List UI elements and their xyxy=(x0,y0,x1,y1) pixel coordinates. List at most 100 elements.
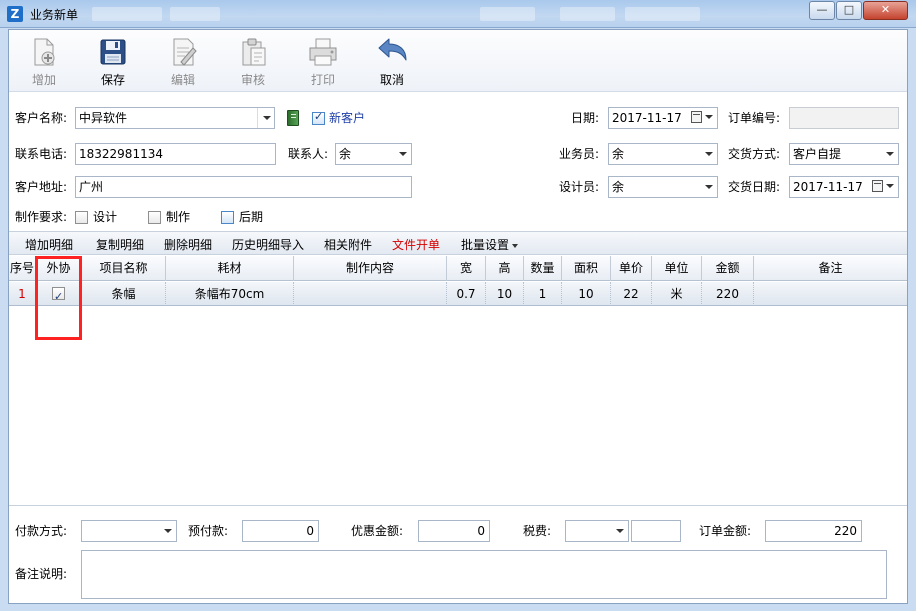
order-amount-field[interactable]: 220 xyxy=(765,520,862,542)
req-design-label[interactable]: 设计 xyxy=(93,208,117,226)
date-label: 日期: xyxy=(571,111,600,125)
row-item[interactable]: 条幅 xyxy=(82,282,166,306)
col-header-unit[interactable]: 单位 xyxy=(652,256,702,281)
cancel-button[interactable]: 取消 xyxy=(362,34,422,90)
file-order-button[interactable]: 文件开单 xyxy=(392,236,440,253)
batch-settings-menu[interactable]: 批量设置 xyxy=(461,236,519,253)
calendar-dropdown-icon[interactable] xyxy=(872,180,896,194)
row-amount[interactable]: 220 xyxy=(702,282,754,306)
cancel-button-label: 取消 xyxy=(379,73,404,87)
designer-label: 设计员: xyxy=(559,180,600,194)
row-width[interactable]: 0.7 xyxy=(447,282,486,306)
row-qty[interactable]: 1 xyxy=(524,282,562,306)
col-header-area[interactable]: 面积 xyxy=(562,256,611,281)
customer-book-icon[interactable] xyxy=(287,110,299,126)
add-detail-button[interactable]: 增加明细 xyxy=(25,236,73,253)
new-customer-label[interactable]: 新客户 xyxy=(329,109,365,127)
salesperson-combo[interactable]: 余 xyxy=(608,143,718,165)
table-row[interactable]: 1 条幅 条幅布70cm 0.7 10 1 10 22 米 220 xyxy=(9,282,907,306)
edit-button[interactable]: 编辑 xyxy=(153,34,213,90)
col-header-price[interactable]: 单价 xyxy=(611,256,652,281)
chevron-down-icon[interactable] xyxy=(611,521,628,541)
print-button-label: 打印 xyxy=(310,73,335,87)
delivery-method-combo[interactable]: 客户自提 xyxy=(789,143,899,165)
add-button[interactable]: 增加 xyxy=(14,34,74,90)
attachments-button[interactable]: 相关附件 xyxy=(324,236,372,253)
customer-name-value: 中异软件 xyxy=(79,111,128,125)
salesperson-label: 业务员: xyxy=(559,147,600,161)
discount-input[interactable]: 0 xyxy=(418,520,490,542)
contact-combo[interactable]: 余 xyxy=(335,143,412,165)
col-header-amount[interactable]: 金额 xyxy=(702,256,754,281)
address-label: 客户地址: xyxy=(15,180,68,194)
row-no: 1 xyxy=(9,282,36,306)
save-button[interactable]: 保存 xyxy=(83,34,143,90)
delivery-date-value: 2017-11-17 xyxy=(793,180,863,194)
tax-type-combo[interactable] xyxy=(565,520,629,542)
maximize-button[interactable]: □ xyxy=(836,1,862,20)
undo-arrow-icon xyxy=(378,38,407,61)
order-amount-value: 220 xyxy=(834,524,857,538)
req-post-label[interactable]: 后期 xyxy=(239,208,263,226)
edit-document-icon xyxy=(173,38,197,66)
req-make-checkbox[interactable] xyxy=(148,211,161,224)
calendar-dropdown-icon[interactable] xyxy=(691,111,715,125)
address-input[interactable]: 广州 xyxy=(75,176,412,198)
col-header-content[interactable]: 制作内容 xyxy=(294,256,447,281)
prepaid-label: 预付款: xyxy=(188,524,229,538)
col-header-width[interactable]: 宽 xyxy=(447,256,486,281)
col-header-qty[interactable]: 数量 xyxy=(524,256,562,281)
customer-name-label: 客户名称: xyxy=(15,111,68,125)
row-height[interactable]: 10 xyxy=(486,282,524,306)
add-button-label: 增加 xyxy=(31,73,56,87)
payment-method-combo[interactable] xyxy=(81,520,177,542)
col-header-height[interactable]: 高 xyxy=(486,256,524,281)
req-make-label[interactable]: 制作 xyxy=(166,208,190,226)
copy-detail-button[interactable]: 复制明细 xyxy=(96,236,144,253)
chevron-down-icon[interactable] xyxy=(881,144,898,164)
col-header-material[interactable]: 耗材 xyxy=(166,256,294,281)
order-no-field[interactable] xyxy=(789,107,899,129)
chevron-down-icon[interactable] xyxy=(159,521,176,541)
payment-method-label: 付款方式: xyxy=(15,524,68,538)
tax-value-input[interactable] xyxy=(631,520,681,542)
row-note[interactable] xyxy=(754,282,907,306)
print-button[interactable]: 打印 xyxy=(293,34,353,90)
review-button[interactable]: 审核 xyxy=(223,34,283,90)
minimize-button[interactable]: — xyxy=(809,1,835,20)
col-header-note[interactable]: 备注 xyxy=(754,256,907,281)
delete-detail-button[interactable]: 删除明细 xyxy=(164,236,212,253)
req-post-checkbox[interactable] xyxy=(221,211,234,224)
discount-label: 优惠金额: xyxy=(351,524,404,538)
row-area[interactable]: 10 xyxy=(562,282,611,306)
prepaid-input[interactable]: 0 xyxy=(242,520,319,542)
prepaid-value: 0 xyxy=(306,524,314,538)
background-tab-ghost xyxy=(625,7,700,21)
outsourced-column-highlight xyxy=(35,256,82,340)
row-price[interactable]: 22 xyxy=(611,282,652,306)
printer-icon xyxy=(309,38,337,66)
background-tab-ghost xyxy=(560,7,615,21)
row-unit[interactable]: 米 xyxy=(652,282,702,306)
chevron-down-icon[interactable] xyxy=(394,144,411,164)
delivery-date-picker[interactable]: 2017-11-17 xyxy=(789,176,899,198)
history-import-button[interactable]: 历史明细导入 xyxy=(232,236,304,253)
col-header-no[interactable]: 序号 xyxy=(9,256,36,281)
customer-name-combo[interactable]: 中异软件 xyxy=(75,107,275,129)
phone-label: 联系电话: xyxy=(15,147,68,161)
req-design-checkbox[interactable] xyxy=(75,211,88,224)
new-customer-checkbox[interactable] xyxy=(312,110,325,125)
close-button[interactable]: ✕ xyxy=(863,1,908,20)
memo-textarea[interactable] xyxy=(81,550,887,599)
chevron-down-icon[interactable] xyxy=(257,108,274,128)
designer-combo[interactable]: 余 xyxy=(608,176,718,198)
phone-input[interactable]: 18322981134 xyxy=(75,143,276,165)
salesperson-value: 余 xyxy=(612,147,625,161)
date-picker[interactable]: 2017-11-17 xyxy=(608,107,718,129)
row-material[interactable]: 条幅布70cm xyxy=(166,282,294,306)
delivery-method-label: 交货方式: xyxy=(728,147,781,161)
chevron-down-icon[interactable] xyxy=(700,177,717,197)
chevron-down-icon[interactable] xyxy=(700,144,717,164)
row-content[interactable] xyxy=(294,282,447,306)
col-header-item[interactable]: 项目名称 xyxy=(82,256,166,281)
